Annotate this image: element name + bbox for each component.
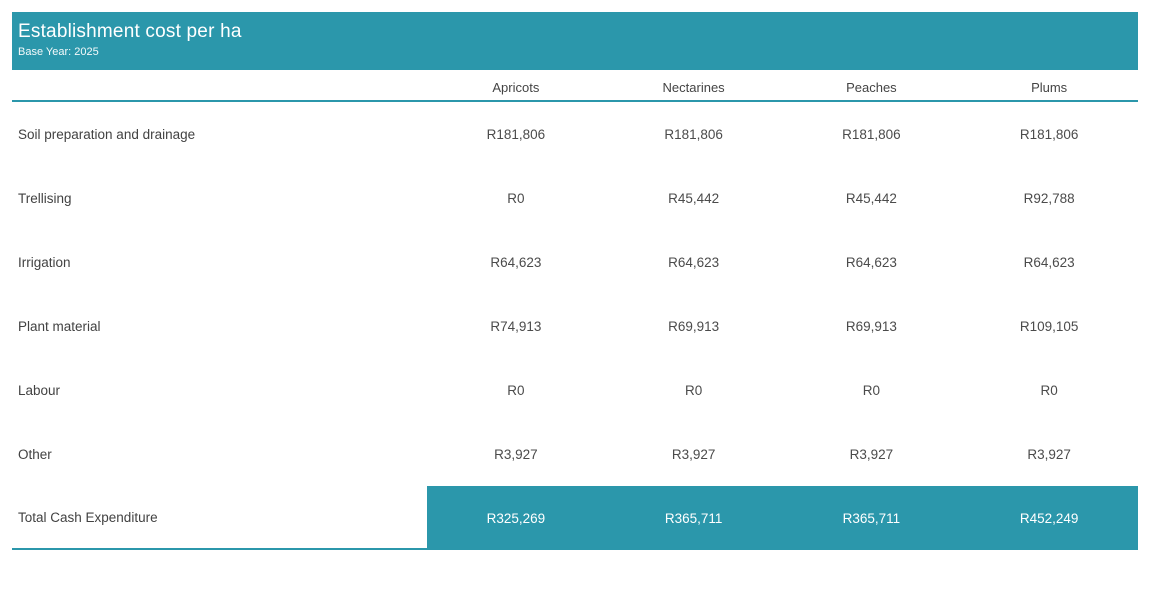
title-band: Establishment cost per ha Base Year: 202… xyxy=(12,12,1138,70)
value-cell: R0 xyxy=(427,191,605,206)
value-cell: R3,927 xyxy=(960,447,1138,462)
report-container: Establishment cost per ha Base Year: 202… xyxy=(12,12,1138,550)
row-label: Plant material xyxy=(12,319,427,334)
page-subtitle: Base Year: 2025 xyxy=(18,45,1128,59)
column-header-peaches: Peaches xyxy=(783,76,961,95)
page-title: Establishment cost per ha xyxy=(18,20,1128,44)
total-row: Total Cash Expenditure R325,269 R365,711… xyxy=(12,486,1138,550)
value-cell: R109,105 xyxy=(960,319,1138,334)
value-cell: R3,927 xyxy=(605,447,783,462)
column-header-plums: Plums xyxy=(960,76,1138,95)
row-label: Soil preparation and drainage xyxy=(12,127,427,142)
value-cell: R64,623 xyxy=(960,255,1138,270)
value-cell: R45,442 xyxy=(605,191,783,206)
row-label: Other xyxy=(12,447,427,462)
row-label: Irrigation xyxy=(12,255,427,270)
value-cell: R69,913 xyxy=(605,319,783,334)
value-cell: R69,913 xyxy=(783,319,961,334)
row-label: Trellising xyxy=(12,191,427,206)
value-cell: R74,913 xyxy=(427,319,605,334)
row-label: Labour xyxy=(12,383,427,398)
value-cell: R0 xyxy=(783,383,961,398)
total-value-cell: R325,269 xyxy=(427,486,605,550)
value-cell: R64,623 xyxy=(605,255,783,270)
value-cell: R0 xyxy=(427,383,605,398)
total-value-cell: R365,711 xyxy=(605,486,783,550)
value-cell: R181,806 xyxy=(783,127,961,142)
table-row: Irrigation R64,623 R64,623 R64,623 R64,6… xyxy=(12,230,1138,294)
value-cell: R0 xyxy=(605,383,783,398)
table-header-row: Apricots Nectarines Peaches Plums xyxy=(12,70,1138,102)
column-header-nectarines: Nectarines xyxy=(605,76,783,95)
value-cell: R92,788 xyxy=(960,191,1138,206)
dashboard: Establishment cost per ha Base Year: 202… xyxy=(0,0,1150,600)
table-row: Other R3,927 R3,927 R3,927 R3,927 xyxy=(12,422,1138,486)
table-row: Trellising R0 R45,442 R45,442 R92,788 xyxy=(12,166,1138,230)
cost-table: Apricots Nectarines Peaches Plums Soil p… xyxy=(12,70,1138,550)
total-row-label: Total Cash Expenditure xyxy=(12,486,427,550)
value-cell: R181,806 xyxy=(427,127,605,142)
value-cell: R181,806 xyxy=(605,127,783,142)
value-cell: R45,442 xyxy=(783,191,961,206)
value-cell: R64,623 xyxy=(427,255,605,270)
value-cell: R64,623 xyxy=(783,255,961,270)
table-row: Soil preparation and drainage R181,806 R… xyxy=(12,102,1138,166)
value-cell: R3,927 xyxy=(427,447,605,462)
total-value-cell: R365,711 xyxy=(783,486,961,550)
column-header-apricots: Apricots xyxy=(427,76,605,95)
value-cell: R0 xyxy=(960,383,1138,398)
table-row: Plant material R74,913 R69,913 R69,913 R… xyxy=(12,294,1138,358)
total-value-cell: R452,249 xyxy=(960,486,1138,550)
table-row: Labour R0 R0 R0 R0 xyxy=(12,358,1138,422)
value-cell: R3,927 xyxy=(783,447,961,462)
value-cell: R181,806 xyxy=(960,127,1138,142)
